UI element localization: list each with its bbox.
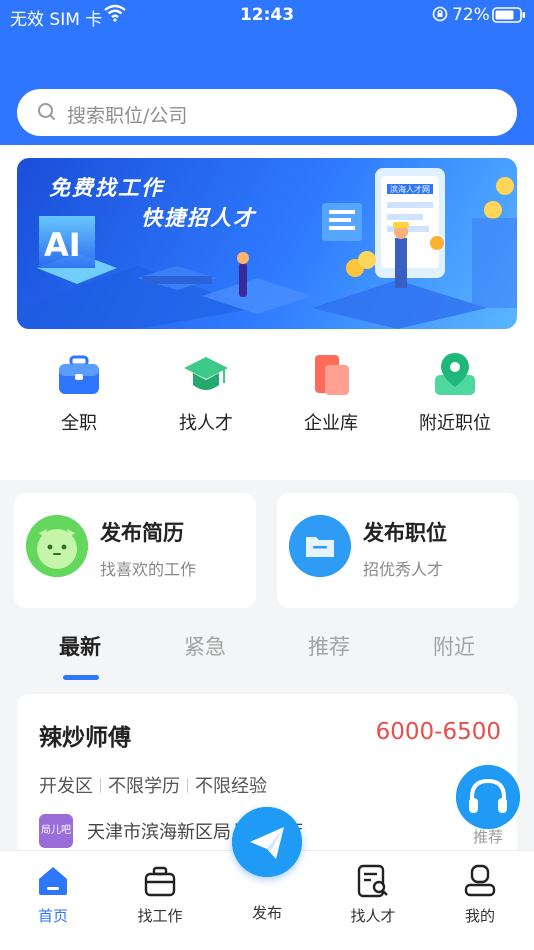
banner-sign: 滨海人才网: [390, 184, 430, 194]
job-tags: 开发区 不限学历 不限经验: [39, 772, 267, 798]
publish-job-subtitle: 招优秀人才: [363, 560, 444, 579]
graduation-cap-icon: [184, 357, 228, 390]
briefcase-icon: [59, 355, 99, 394]
tabbar-label: 我的: [464, 907, 495, 925]
company-folder-icon: [315, 355, 349, 395]
battery-percent: 72%: [452, 5, 490, 25]
banner-headline-1: 免费找工作: [49, 176, 164, 200]
tab-nearby[interactable]: 附近: [409, 631, 499, 661]
tag-divider: [100, 777, 101, 793]
job-tag: 开发区: [39, 776, 93, 797]
category-talent[interactable]: 找人才: [151, 345, 261, 445]
job-tag: 不限学历: [108, 776, 180, 797]
tab-urgent[interactable]: 紧急: [160, 631, 250, 661]
job-tag: 不限经验: [195, 776, 267, 797]
publish-resume-card[interactable]: 发布简历 找喜欢的工作: [14, 493, 256, 608]
category-nearby[interactable]: 附近职位: [400, 345, 510, 445]
header: 无效 SIM 卡 12:43 72% 搜索职位/公司: [0, 0, 534, 145]
category-fulltime[interactable]: 全职: [24, 345, 134, 445]
tab-latest[interactable]: 最新: [35, 631, 125, 661]
search-bar[interactable]: 搜索职位/公司: [17, 89, 517, 136]
publish-fab[interactable]: [232, 807, 302, 877]
resume-avatar-icon: [26, 515, 88, 577]
category-label: 附近职位: [419, 413, 491, 434]
promo-banner[interactable]: AI 滨海人才网 免费找工作 快捷招人才: [17, 158, 517, 329]
briefcase-outline-icon: [144, 866, 176, 897]
tabbar-find-job[interactable]: 找工作: [115, 863, 205, 926]
category-companies[interactable]: 企业库: [276, 345, 386, 445]
search-icon: [38, 103, 56, 121]
banner-headline-2: 快捷招人才: [141, 206, 256, 230]
app-screen: 无效 SIM 卡 12:43 72% 搜索职位/公司 AI 滨海人才网 免费找工…: [0, 0, 534, 950]
job-salary: 6000-6500: [375, 719, 501, 745]
publish-resume-title: 发布简历: [100, 521, 184, 545]
location-pin-icon: [435, 353, 475, 395]
search-input[interactable]: 搜索职位/公司: [67, 101, 187, 128]
tabbar-label: 找工作: [137, 907, 183, 925]
send-plane-icon: [232, 807, 302, 877]
home-icon: [39, 867, 67, 895]
job-tabs: 最新 紧急 推荐 附近: [0, 623, 534, 683]
recommend-float-button[interactable]: [456, 765, 520, 829]
category-grid: 全职 找人才 企业库 附近职位: [0, 345, 534, 445]
tab-recommended[interactable]: 推荐: [284, 631, 374, 661]
resume-search-icon: [357, 864, 388, 898]
category-label: 找人才: [179, 413, 233, 434]
category-label: 全职: [61, 413, 97, 434]
battery-icon: [492, 7, 525, 23]
job-title: 辣炒师傅: [39, 725, 131, 751]
rotation-lock-icon: [432, 6, 448, 22]
tabbar-mine[interactable]: 我的: [435, 863, 525, 926]
tabbar-find-talent[interactable]: 找人才: [328, 863, 418, 926]
tab-indicator: [63, 675, 99, 680]
job-folder-icon: [289, 515, 351, 577]
headset-icon: [456, 765, 520, 829]
publish-resume-subtitle: 找喜欢的工作: [100, 560, 197, 579]
tag-divider: [187, 777, 188, 793]
top-card: AI 滨海人才网 免费找工作 快捷招人才 全职 找人才 企业库 附近职位: [0, 145, 534, 480]
recommend-float-label: 推荐: [472, 828, 503, 846]
svg-text:AI: AI: [44, 226, 81, 264]
publish-job-card[interactable]: 发布职位 招优秀人才: [277, 493, 519, 608]
company-logo: 局儿吧: [39, 814, 73, 848]
tabbar-label: 找人才: [350, 907, 396, 925]
tabbar-home[interactable]: 首页: [8, 863, 98, 926]
tabbar-label: 首页: [37, 907, 68, 925]
category-label: 企业库: [304, 413, 358, 434]
publish-fab-label: 发布: [251, 904, 282, 922]
status-bar: 无效 SIM 卡 12:43 72%: [0, 0, 534, 30]
user-icon: [464, 864, 496, 897]
publish-job-title: 发布职位: [363, 521, 447, 545]
